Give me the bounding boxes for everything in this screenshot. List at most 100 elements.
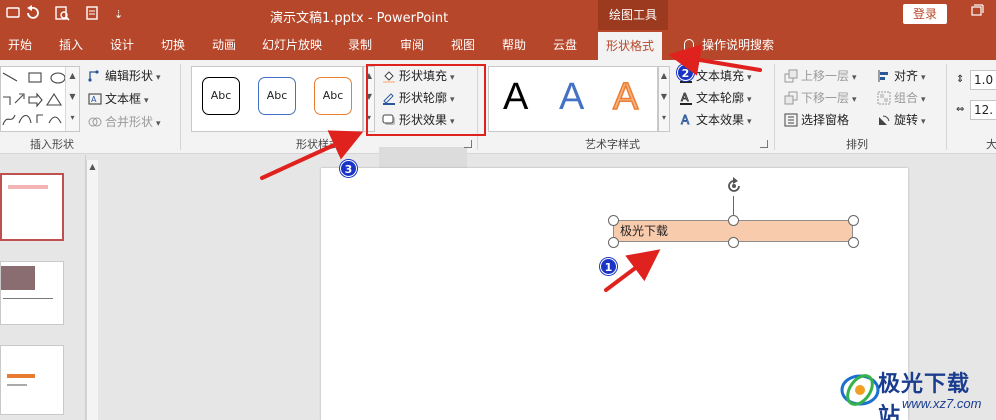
chevron-down-icon: ▾ bbox=[747, 73, 752, 83]
selection-pane-label: 选择窗格 bbox=[801, 113, 850, 127]
group-label: 组合 bbox=[894, 91, 919, 105]
wordart-preset-black[interactable]: A bbox=[503, 75, 528, 119]
merge-shapes-label: 合并形状 bbox=[105, 115, 154, 129]
shape-height-input[interactable]: 1.0 bbox=[970, 70, 996, 90]
text-outline-button[interactable]: A 文本轮廓 ▾ bbox=[679, 88, 752, 108]
chevron-down-icon: ▾ bbox=[144, 96, 149, 106]
text-fill-label: 文本填充 bbox=[696, 69, 745, 83]
restore-window-icon[interactable] bbox=[966, 4, 988, 24]
step-badge-1: 1 bbox=[600, 258, 617, 275]
resize-handle-top-right[interactable] bbox=[848, 215, 859, 226]
send-backward-label: 下移一层 bbox=[801, 91, 850, 105]
merge-shapes-button[interactable]: 合并形状 ▾ bbox=[88, 112, 161, 132]
group-separator bbox=[180, 64, 181, 150]
tab-view[interactable]: 视图 bbox=[451, 30, 475, 60]
wordart-gallery[interactable]: A A A bbox=[488, 66, 658, 132]
shape-styles-group-label: 形状样式 bbox=[296, 138, 340, 151]
tab-slideshow[interactable]: 幻灯片放映 bbox=[262, 30, 322, 60]
svg-text:A: A bbox=[681, 91, 689, 104]
thumbnail-heading bbox=[7, 374, 35, 378]
slide-thumbnail-3[interactable] bbox=[0, 345, 64, 415]
align-button[interactable]: 对齐 ▾ bbox=[877, 66, 926, 86]
tell-me-search[interactable]: 操作说明搜索 bbox=[684, 30, 774, 60]
text-effects-button[interactable]: A 文本效果 ▾ bbox=[679, 110, 752, 130]
wordart-scroll[interactable]: ▲ ▼ ▾ bbox=[658, 66, 670, 132]
shapes-gallery[interactable]: ▲ ▼ ▾ bbox=[0, 66, 80, 132]
annotation-highlight-box bbox=[366, 64, 486, 136]
slide-thumbnail-1[interactable] bbox=[0, 173, 64, 241]
tab-cloud[interactable]: 云盘 bbox=[553, 30, 577, 60]
align-icon bbox=[877, 69, 891, 83]
group-separator bbox=[946, 64, 947, 150]
slide-thumbnail-2[interactable] bbox=[0, 261, 64, 325]
resize-handle-top-middle[interactable] bbox=[728, 215, 739, 226]
group-objects-icon bbox=[877, 91, 891, 105]
rotate-icon bbox=[877, 113, 891, 127]
bring-forward-label: 上移一层 bbox=[801, 69, 850, 83]
scroll-up-icon[interactable]: ▲ bbox=[659, 67, 669, 88]
gallery-more-icon[interactable]: ▾ bbox=[659, 109, 669, 130]
scroll-up-icon[interactable]: ▲ bbox=[66, 67, 79, 88]
customize-qat-icon[interactable]: ⇣ bbox=[114, 5, 123, 25]
context-group-label: 绘图工具 bbox=[598, 0, 668, 30]
rotate-handle-icon[interactable] bbox=[724, 176, 744, 196]
send-backward-icon bbox=[784, 91, 798, 105]
wordart-preset-blue[interactable]: A bbox=[559, 75, 584, 119]
arrange-group-label: 排列 bbox=[846, 138, 868, 151]
chevron-down-icon: ▾ bbox=[921, 117, 926, 127]
group-button[interactable]: 组合 ▾ bbox=[877, 88, 926, 108]
resize-handle-bottom-middle[interactable] bbox=[728, 237, 739, 248]
style-preset-black[interactable]: Abc bbox=[202, 77, 240, 115]
edit-shape-button[interactable]: 编辑形状 ▾ bbox=[88, 66, 161, 86]
watermark-text: 极光下载站 bbox=[878, 372, 971, 420]
scroll-up-icon[interactable]: ▲ bbox=[87, 162, 98, 171]
text-box-button[interactable]: A 文本框 ▾ bbox=[88, 89, 149, 109]
watermark-url: www.xz7.com bbox=[902, 396, 982, 411]
print-icon[interactable] bbox=[84, 5, 100, 26]
thumbnail-image bbox=[1, 266, 35, 290]
resize-handle-bottom-right[interactable] bbox=[848, 237, 859, 248]
scroll-down-icon[interactable]: ▼ bbox=[66, 88, 79, 109]
shape-outline-hover-highlight bbox=[379, 147, 467, 169]
shape-styles-dialog-launcher[interactable] bbox=[464, 140, 472, 148]
shape-styles-gallery[interactable]: Abc Abc Abc bbox=[191, 66, 363, 132]
thumbnail-scrollbar[interactable]: ▲ bbox=[86, 160, 98, 420]
selection-pane-icon bbox=[784, 113, 798, 127]
step-badge-2: 2 bbox=[677, 64, 694, 81]
tab-review[interactable]: 审阅 bbox=[400, 30, 424, 60]
undo-icon[interactable] bbox=[24, 5, 40, 26]
group-separator bbox=[774, 64, 775, 150]
wordart-preset-orange-outline[interactable]: A bbox=[612, 75, 639, 119]
scroll-down-icon[interactable]: ▼ bbox=[659, 88, 669, 109]
ribbon-tab-bar: 开始 插入 设计 切换 动画 幻灯片放映 录制 审阅 视图 帮助 云盘 形状格式… bbox=[0, 30, 996, 60]
style-preset-blue[interactable]: Abc bbox=[258, 77, 296, 115]
thumbnail-shape bbox=[8, 185, 48, 189]
tab-help[interactable]: 帮助 bbox=[502, 30, 526, 60]
tab-animations[interactable]: 动画 bbox=[212, 30, 236, 60]
tab-insert[interactable]: 插入 bbox=[59, 30, 83, 60]
text-outline-icon: A bbox=[679, 91, 693, 105]
rotate-button[interactable]: 旋转 ▾ bbox=[877, 110, 926, 130]
slide-canvas[interactable] bbox=[321, 168, 908, 420]
tab-design[interactable]: 设计 bbox=[110, 30, 134, 60]
print-preview-icon[interactable] bbox=[54, 5, 70, 26]
autosave-icon[interactable] bbox=[6, 5, 20, 25]
selection-pane-button[interactable]: 选择窗格 bbox=[784, 110, 849, 130]
resize-handle-top-left[interactable] bbox=[608, 215, 619, 226]
chevron-down-icon: ▾ bbox=[747, 117, 752, 127]
wordart-dialog-launcher[interactable] bbox=[760, 140, 768, 148]
tab-record[interactable]: 录制 bbox=[348, 30, 372, 60]
site-watermark: 极光下载站 www.xz7.com bbox=[838, 362, 988, 420]
tab-transitions[interactable]: 切换 bbox=[161, 30, 185, 60]
style-preset-orange[interactable]: Abc bbox=[314, 77, 352, 115]
tab-shape-format[interactable]: 形状格式 bbox=[598, 32, 663, 60]
shape-width-input[interactable]: 12. bbox=[970, 100, 996, 120]
send-backward-button[interactable]: 下移一层 ▾ bbox=[784, 88, 857, 108]
tab-home[interactable]: 开始 bbox=[8, 30, 32, 60]
shapes-gallery-scroll[interactable]: ▲ ▼ ▾ bbox=[65, 67, 79, 131]
bring-forward-button[interactable]: 上移一层 ▾ bbox=[784, 66, 857, 86]
ribbon: ▲ ▼ ▾ 编辑形状 ▾ A 文本框 ▾ 合并形状 ▾ 插入形状 Abc Abc Abc… bbox=[0, 60, 996, 169]
resize-handle-bottom-left[interactable] bbox=[608, 237, 619, 248]
login-button[interactable]: 登录 bbox=[903, 4, 947, 24]
gallery-more-icon[interactable]: ▾ bbox=[66, 109, 79, 130]
